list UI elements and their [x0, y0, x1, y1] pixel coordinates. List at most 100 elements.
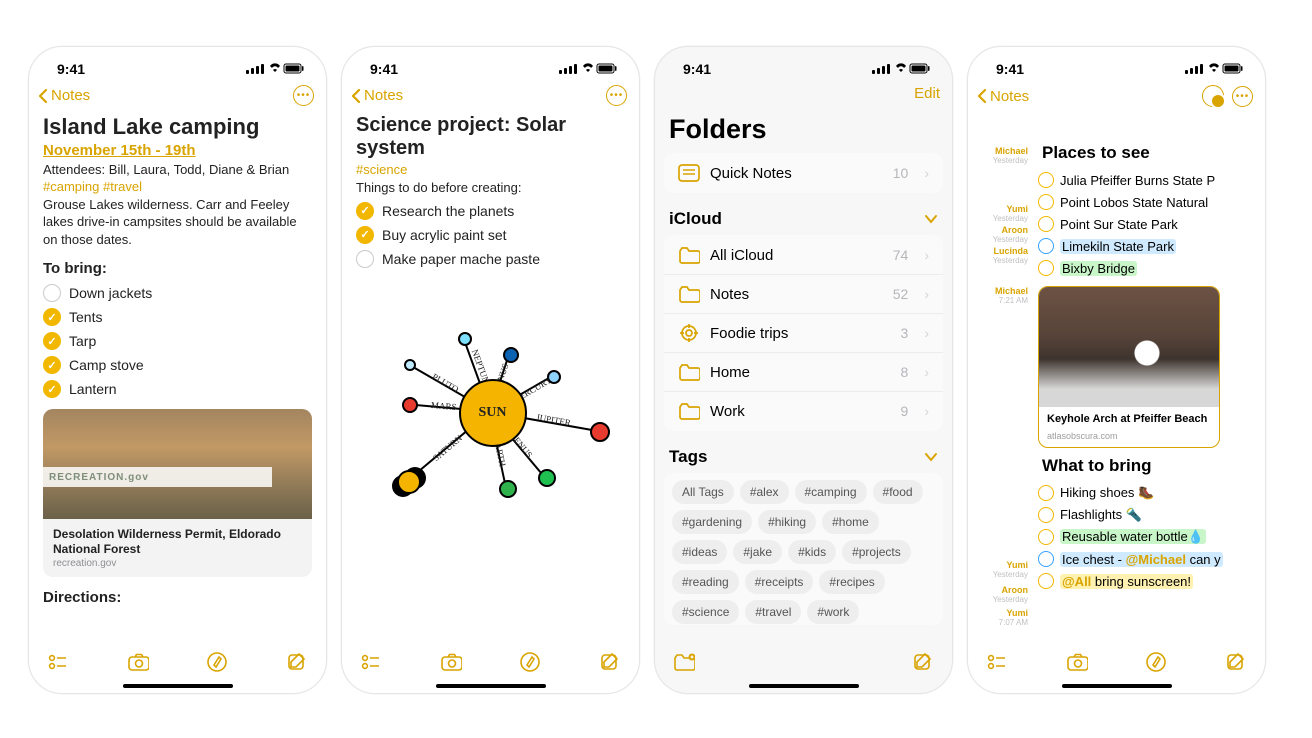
icloud-header[interactable]: iCloud: [655, 193, 952, 235]
checklist-label: Down jackets: [69, 285, 152, 301]
note-body[interactable]: Science project: Solar system #science T…: [342, 112, 639, 541]
compose-icon[interactable]: [912, 651, 934, 673]
tag-pill[interactable]: #travel: [745, 600, 801, 624]
compose-icon[interactable]: [1225, 651, 1247, 673]
status-indicators: [246, 63, 304, 75]
note-body[interactable]: Places to see Julia Pfeiffer Burns State…: [1030, 143, 1265, 629]
compose-icon[interactable]: [286, 651, 308, 673]
folder-label: Quick Notes: [710, 165, 792, 182]
back-button[interactable]: Notes: [37, 87, 90, 104]
camera-icon[interactable]: [440, 651, 462, 673]
tags-card: All Tags#alex#camping#food #gardening#hik…: [664, 473, 943, 625]
markup-icon[interactable]: [206, 651, 228, 673]
checklist-item[interactable]: Lantern: [43, 377, 312, 401]
checkbox[interactable]: [356, 226, 374, 244]
list-item[interactable]: Reusable water bottle💧: [1038, 526, 1265, 548]
places-list[interactable]: Julia Pfeiffer Burns State PPoint Lobos …: [1030, 169, 1265, 279]
checklist[interactable]: Down jackets TentsTarpCamp stoveLantern: [43, 281, 312, 401]
tag-pill[interactable]: #recipes: [819, 570, 884, 594]
folder-row[interactable]: Notes52›: [664, 275, 943, 314]
list-item[interactable]: Hiking shoes 🥾: [1038, 482, 1265, 504]
tag-pill[interactable]: #science: [672, 600, 739, 624]
hashtag[interactable]: #science: [356, 162, 625, 177]
quick-notes-icon: [678, 164, 700, 182]
home-indicator[interactable]: [749, 684, 859, 688]
date-link[interactable]: November 15th - 19th: [43, 142, 196, 159]
folder-row[interactable]: All iCloud74›: [664, 236, 943, 275]
checklist-icon[interactable]: [360, 651, 382, 673]
checklist-item[interactable]: Research the planets: [356, 199, 625, 223]
quick-notes-row[interactable]: Quick Notes 10 ›: [664, 154, 943, 192]
markup-icon[interactable]: [519, 651, 541, 673]
status-bar: 9:41: [29, 47, 326, 81]
link-preview-card[interactable]: RECREATION.gov Desolation Wilderness Per…: [43, 409, 312, 577]
checkbox[interactable]: [43, 356, 61, 374]
home-indicator[interactable]: [123, 684, 233, 688]
tag-pill[interactable]: #kids: [788, 540, 836, 564]
compose-icon[interactable]: [599, 651, 621, 673]
list-item[interactable]: Ice chest - @Michael can y: [1038, 548, 1265, 570]
checklist-item[interactable]: Buy acrylic paint set: [356, 223, 625, 247]
checklist-icon[interactable]: [47, 651, 69, 673]
home-indicator[interactable]: [1062, 684, 1172, 688]
tags-header[interactable]: Tags: [655, 431, 952, 473]
list-item[interactable]: Julia Pfeiffer Burns State P: [1038, 169, 1265, 191]
checklist[interactable]: Research the planetsBuy acrylic paint se…: [356, 199, 625, 271]
list-item[interactable]: Point Lobos State Natural: [1038, 191, 1265, 213]
tag-pill[interactable]: #food: [873, 480, 923, 504]
new-folder-icon[interactable]: [673, 651, 695, 673]
checklist-item[interactable]: Make paper mache paste: [356, 247, 625, 271]
card-image: RECREATION.gov: [43, 409, 312, 519]
collaborators-icon[interactable]: [1202, 85, 1224, 107]
hashtags[interactable]: #camping #travel: [43, 179, 312, 194]
more-button[interactable]: •••: [293, 85, 314, 106]
tag-pill[interactable]: All Tags: [672, 480, 734, 504]
checkbox[interactable]: [356, 202, 374, 220]
markup-icon[interactable]: [1145, 651, 1167, 673]
back-button[interactable]: Notes: [350, 87, 403, 104]
tag-pill[interactable]: #ideas: [672, 540, 727, 564]
checklist-item[interactable]: Tents: [43, 305, 312, 329]
tag-pill[interactable]: #home: [822, 510, 879, 534]
ring-icon: [1038, 194, 1054, 210]
back-button[interactable]: Notes: [976, 88, 1029, 105]
checkbox[interactable]: [43, 308, 61, 326]
card-band: RECREATION.gov: [43, 467, 272, 487]
folder-row[interactable]: Foodie trips3›: [664, 314, 943, 353]
tag-pill[interactable]: #jake: [733, 540, 782, 564]
folder-row[interactable]: Home8›: [664, 353, 943, 392]
tag-pill[interactable]: #gardening: [672, 510, 752, 534]
checklist-item[interactable]: Camp stove: [43, 353, 312, 377]
more-button[interactable]: •••: [1232, 86, 1253, 107]
camera-icon[interactable]: [127, 651, 149, 673]
camera-icon[interactable]: [1066, 651, 1088, 673]
checkbox[interactable]: [43, 332, 61, 350]
list-item[interactable]: Flashlights 🔦: [1038, 504, 1265, 526]
tag-pill[interactable]: #work: [807, 600, 859, 624]
folder-row[interactable]: Work9›: [664, 392, 943, 430]
checkbox[interactable]: [43, 380, 61, 398]
note-body[interactable]: Island Lake camping November 15th - 19th…: [29, 112, 326, 610]
checklist-item[interactable]: Tarp: [43, 329, 312, 353]
checkbox[interactable]: [356, 250, 374, 268]
tag-pill[interactable]: #camping: [795, 480, 867, 504]
bring-list[interactable]: Hiking shoes 🥾Flashlights 🔦Reusable wate…: [1030, 482, 1265, 592]
list-item[interactable]: Limekiln State Park: [1038, 235, 1265, 257]
tag-pill[interactable]: #alex: [740, 480, 789, 504]
checklist-item[interactable]: Down jackets: [43, 281, 312, 305]
list-item[interactable]: @All bring sunscreen!: [1038, 570, 1265, 592]
checklist-icon[interactable]: [986, 651, 1008, 673]
list-item[interactable]: Point Sur State Park: [1038, 213, 1265, 235]
checkbox[interactable]: [43, 284, 61, 302]
more-button[interactable]: •••: [606, 85, 627, 106]
folder-count: 52: [893, 286, 909, 302]
folder-count: 8: [901, 364, 909, 380]
list-item[interactable]: Bixby Bridge: [1038, 257, 1265, 279]
tag-pill[interactable]: #projects: [842, 540, 911, 564]
edit-button[interactable]: Edit: [914, 85, 940, 102]
tag-pill[interactable]: #reading: [672, 570, 739, 594]
tag-pill[interactable]: #hiking: [758, 510, 816, 534]
link-preview-card[interactable]: Keyhole Arch at Pfeiffer Beach atlasobsc…: [1038, 286, 1220, 448]
home-indicator[interactable]: [436, 684, 546, 688]
tag-pill[interactable]: #receipts: [745, 570, 814, 594]
